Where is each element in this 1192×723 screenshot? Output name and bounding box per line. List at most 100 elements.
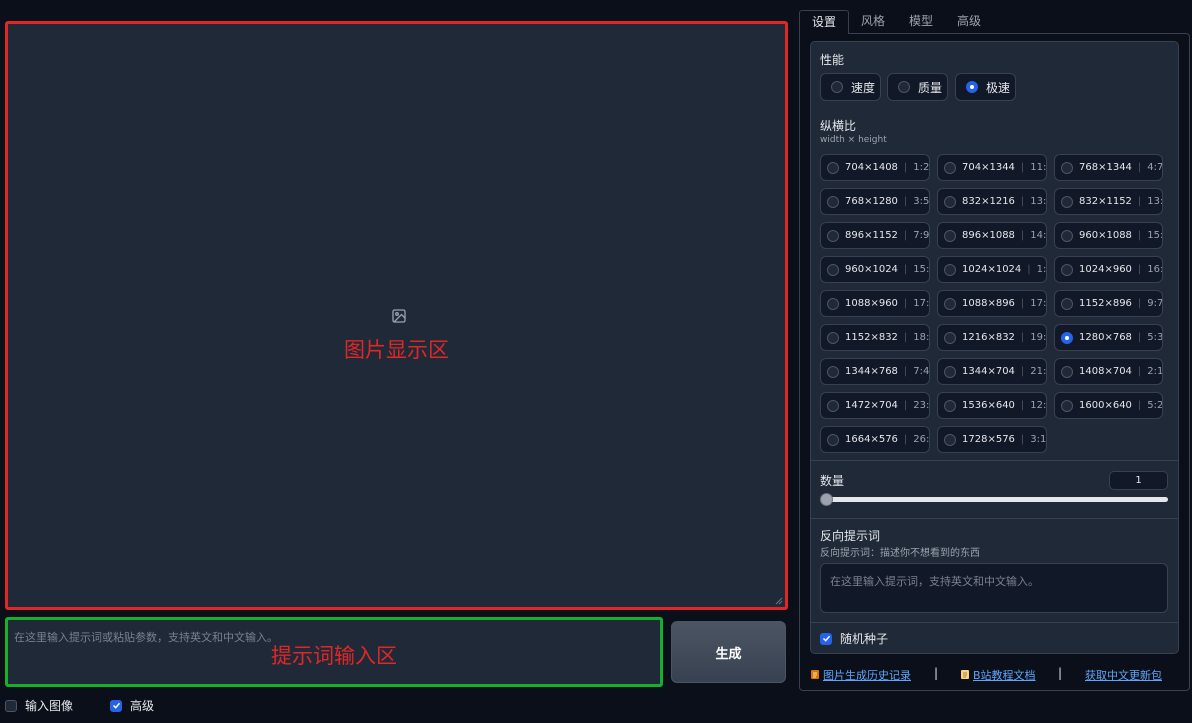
quantity-slider-thumb[interactable] [820, 493, 833, 506]
aspect-ratio-option[interactable]: 1216×832 | 19:13 [937, 324, 1047, 351]
checkbox-checked[interactable] [820, 632, 832, 645]
aspect-ratio-option[interactable]: 1728×576 | 3:1 [937, 426, 1047, 453]
random-seed-checkbox[interactable]: 随机种子 [820, 630, 888, 647]
aspect-ratio-option[interactable]: 1664×576 | 26:9 [820, 426, 930, 453]
tab-advanced[interactable]: 高级 [945, 10, 993, 34]
quantity-input[interactable]: 1 [1109, 471, 1168, 490]
aspect-ratio-grid: 704×1408|1:2704×1344|11:21768×1344|4:776… [820, 154, 1163, 453]
radio-button[interactable] [944, 331, 956, 344]
aspect-ratio-option[interactable]: 1088×960 | 17:15 [820, 290, 930, 317]
aspect-ratio-option[interactable]: 1344×704 | 21:11 [937, 358, 1047, 385]
aspect-ratio-option[interactable]: 1024×960 | 16:15 [1054, 256, 1163, 283]
docs-link-group[interactable]: B站教程文档 [960, 667, 1036, 683]
aspect-dimension: 832×1216 [962, 196, 1015, 207]
aspect-ratio-option[interactable]: 896×1088 | 14:17 [937, 222, 1047, 249]
radio-button[interactable] [944, 263, 956, 276]
aspect-dimension: 1152×896 [1079, 298, 1132, 309]
negative-prompt-input[interactable]: 在这里输入提示词，支持英文和中文输入。 [820, 563, 1168, 613]
aspect-separator: | [1020, 400, 1025, 411]
aspect-separator: | [1137, 162, 1142, 173]
aspect-ratio-option[interactable]: 832×1152 | 13:18 [1054, 188, 1163, 215]
aspect-dimension: 704×1344 [962, 162, 1015, 173]
radio-button-selected[interactable] [966, 81, 978, 93]
aspect-separator: | [1020, 196, 1025, 207]
quantity-slider-track[interactable] [823, 497, 1168, 502]
image-display-area[interactable]: 图片显示区 [5, 21, 788, 610]
radio-button[interactable] [944, 229, 956, 242]
aspect-ratio-option[interactable]: 960×1088 | 15:17 [1054, 222, 1163, 249]
radio-button[interactable] [944, 399, 956, 412]
performance-speed-option[interactable]: 速度 [820, 73, 881, 101]
radio-button[interactable] [944, 161, 956, 174]
radio-button[interactable] [1061, 297, 1073, 310]
update-link[interactable]: 获取中文更新包 [1085, 669, 1162, 682]
aspect-ratio-option[interactable]: 768×1280 | 3:5 [820, 188, 930, 215]
checkbox-checked[interactable] [110, 699, 122, 712]
docs-link[interactable]: B站教程文档 [973, 669, 1036, 682]
radio-button[interactable] [1061, 161, 1073, 174]
aspect-ratio-option[interactable]: 1152×832 | 18:13 [820, 324, 930, 351]
aspect-ratio-option[interactable]: 768×1344 | 4:7 [1054, 154, 1163, 181]
performance-extreme-option[interactable]: 极速 [955, 73, 1016, 101]
radio-button[interactable] [827, 229, 839, 242]
aspect-ratio-option[interactable]: 1344×768 | 7:4 [820, 358, 930, 385]
radio-button[interactable] [827, 297, 839, 310]
tab-settings[interactable]: 设置 [799, 10, 850, 34]
aspect-ratio-option[interactable]: 704×1408 | 1:2 [820, 154, 930, 181]
aspect-separator: | [1020, 162, 1025, 173]
radio-button[interactable] [827, 331, 839, 344]
radio-button[interactable] [1061, 229, 1073, 242]
aspect-dimension: 896×1088 [962, 230, 1015, 241]
resize-handle-icon[interactable] [775, 597, 783, 605]
aspect-ratio-value: 19:13 [1030, 332, 1047, 343]
radio-button[interactable] [1061, 399, 1073, 412]
radio-button[interactable] [944, 195, 956, 208]
aspect-dimension: 1344×704 [962, 366, 1015, 377]
history-link[interactable]: 图片生成历史记录 [823, 669, 911, 682]
aspect-subtitle: width × height [820, 135, 887, 145]
aspect-ratio-option[interactable]: 1472×704 | 23:11 [820, 392, 930, 419]
radio-button[interactable] [898, 81, 910, 93]
aspect-ratio-value: 16:15 [1147, 264, 1162, 275]
tab-style[interactable]: 风格 [849, 10, 897, 34]
aspect-ratio-option[interactable]: 1024×1024 | 1:1 [937, 256, 1047, 283]
aspect-ratio-option[interactable]: 1600×640 | 5:2 [1054, 392, 1163, 419]
generate-button[interactable]: 生成 [671, 621, 786, 683]
radio-button[interactable] [1061, 263, 1073, 276]
tab-model[interactable]: 模型 [897, 10, 945, 34]
aspect-ratio-option[interactable]: 896×1152 | 7:9 [820, 222, 930, 249]
performance-quality-option[interactable]: 质量 [887, 73, 948, 101]
history-link-group[interactable]: 图片生成历史记录 [810, 667, 911, 683]
update-link-group[interactable]: 获取中文更新包 [1085, 667, 1162, 683]
aspect-ratio-option[interactable]: 832×1216 | 13:19 [937, 188, 1047, 215]
radio-button[interactable] [1061, 365, 1073, 378]
advanced-checkbox[interactable]: 高级 [110, 697, 154, 714]
radio-button[interactable] [831, 81, 843, 93]
input-image-checkbox[interactable]: 输入图像 [5, 697, 73, 714]
aspect-ratio-option[interactable]: 1536×640 | 12:5 [937, 392, 1047, 419]
aspect-ratio-option[interactable]: 1408×704 | 2:1 [1054, 358, 1163, 385]
radio-button[interactable] [827, 195, 839, 208]
radio-button[interactable] [944, 433, 956, 446]
negative-prompt-placeholder: 在这里输入提示词，支持英文和中文输入。 [830, 575, 1039, 588]
radio-button[interactable] [827, 263, 839, 276]
radio-button[interactable] [827, 365, 839, 378]
radio-button[interactable] [827, 433, 839, 446]
radio-button[interactable] [944, 365, 956, 378]
radio-button[interactable] [1061, 195, 1073, 208]
radio-button-selected[interactable] [1061, 331, 1073, 344]
aspect-ratio-option[interactable]: 960×1024 | 15:16 [820, 256, 930, 283]
radio-button[interactable] [827, 161, 839, 174]
performance-option-label: 质量 [918, 80, 943, 95]
radio-button[interactable] [827, 399, 839, 412]
prompt-input[interactable]: 在这里输入提示词或粘贴参数，支持英文和中文输入。 提示词输入区 [5, 617, 663, 687]
aspect-ratio-option[interactable]: 1152×896 | 9:7 [1054, 290, 1163, 317]
aspect-dimension: 1472×704 [845, 400, 898, 411]
aspect-ratio-option[interactable]: 704×1344 | 11:21 [937, 154, 1047, 181]
radio-button[interactable] [944, 297, 956, 310]
aspect-ratio-value: 3:5 [913, 196, 930, 207]
aspect-ratio-option[interactable]: 1088×896 | 17:14 [937, 290, 1047, 317]
aspect-dimension: 768×1344 [1079, 162, 1132, 173]
checkbox-box[interactable] [5, 699, 17, 712]
aspect-ratio-option[interactable]: 1280×768 | 5:3 [1054, 324, 1163, 351]
